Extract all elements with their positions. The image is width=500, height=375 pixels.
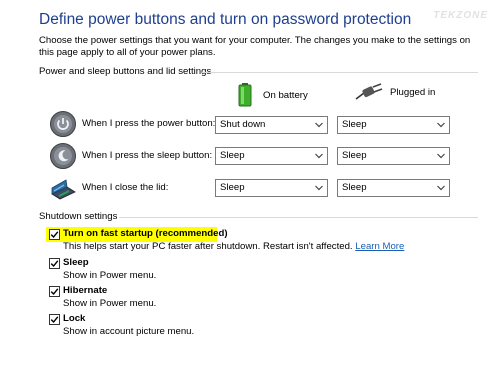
col-header-plugged: Plugged in [354, 83, 435, 101]
power-button-battery-select[interactable]: Shut down [215, 116, 328, 134]
sleep-button-icon [49, 142, 77, 170]
chevron-down-icon [315, 153, 323, 159]
sleep-option: Sleep Show in Power menu. [49, 257, 479, 284]
chevron-down-icon [315, 122, 323, 128]
lock-checkbox[interactable] [49, 314, 60, 325]
col-battery-label: On battery [263, 89, 308, 101]
sleep-button-battery-select[interactable]: Sleep [215, 147, 328, 165]
fast-startup-option: Turn on fast startup (recommended) This … [49, 228, 479, 255]
checkmark-icon [50, 316, 59, 324]
lid-battery-select[interactable]: Sleep [215, 179, 328, 197]
checkmark-icon [50, 288, 59, 296]
select-value: Sleep [342, 182, 367, 193]
checkmark-icon [50, 260, 59, 268]
col-plugged-label: Plugged in [390, 86, 436, 98]
select-value: Sleep [342, 119, 367, 130]
col-header-battery: On battery [238, 83, 308, 107]
section-divider [119, 217, 478, 218]
fast-startup-desc: This helps start your PC faster after sh… [63, 241, 404, 252]
hibernate-checkbox[interactable] [49, 286, 60, 297]
sleep-button-label: When I press the sleep button: [82, 150, 213, 161]
learn-more-link[interactable]: Learn More [355, 241, 404, 252]
select-value: Shut down [220, 119, 266, 130]
page-title: Define power buttons and turn on passwor… [39, 11, 412, 28]
battery-icon [238, 83, 252, 107]
power-section-heading: Power and sleep buttons and lid settings [39, 66, 212, 77]
section-divider [202, 72, 478, 73]
select-value: Sleep [220, 150, 245, 161]
watermark: TEKZONE [433, 10, 488, 21]
sleep-checkbox[interactable] [49, 258, 60, 269]
shutdown-section-heading: Shutdown settings [39, 211, 118, 222]
laptop-lid-icon [49, 174, 77, 202]
power-button-label: When I press the power button: [82, 118, 216, 129]
lid-label: When I close the lid: [82, 182, 169, 193]
sleep-option-desc: Show in Power menu. [63, 270, 157, 281]
chevron-down-icon [315, 185, 323, 191]
checkmark-icon [50, 231, 59, 239]
hibernate-option-desc: Show in Power menu. [63, 298, 157, 309]
select-value: Sleep [220, 182, 245, 193]
power-button-icon [49, 110, 77, 138]
lid-plugged-select[interactable]: Sleep [337, 179, 450, 197]
fast-startup-desc-text: This helps start your PC faster after sh… [63, 241, 353, 252]
power-plug-icon [354, 83, 384, 101]
chevron-down-icon [437, 185, 445, 191]
lock-option-title[interactable]: Lock [63, 313, 85, 324]
sleep-option-title[interactable]: Sleep [63, 257, 89, 268]
intro-text: Choose the power settings that you want … [39, 35, 471, 58]
fast-startup-title[interactable]: Turn on fast startup (recommended) [63, 228, 228, 239]
chevron-down-icon [437, 122, 445, 128]
lock-option: Lock Show in account picture menu. [49, 313, 479, 340]
hibernate-option-title[interactable]: Hibernate [63, 285, 107, 296]
fast-startup-checkbox[interactable] [49, 229, 60, 240]
power-button-plugged-select[interactable]: Sleep [337, 116, 450, 134]
hibernate-option: Hibernate Show in Power menu. [49, 285, 479, 312]
sleep-button-plugged-select[interactable]: Sleep [337, 147, 450, 165]
chevron-down-icon [437, 153, 445, 159]
select-value: Sleep [342, 150, 367, 161]
lock-option-desc: Show in account picture menu. [63, 326, 195, 337]
